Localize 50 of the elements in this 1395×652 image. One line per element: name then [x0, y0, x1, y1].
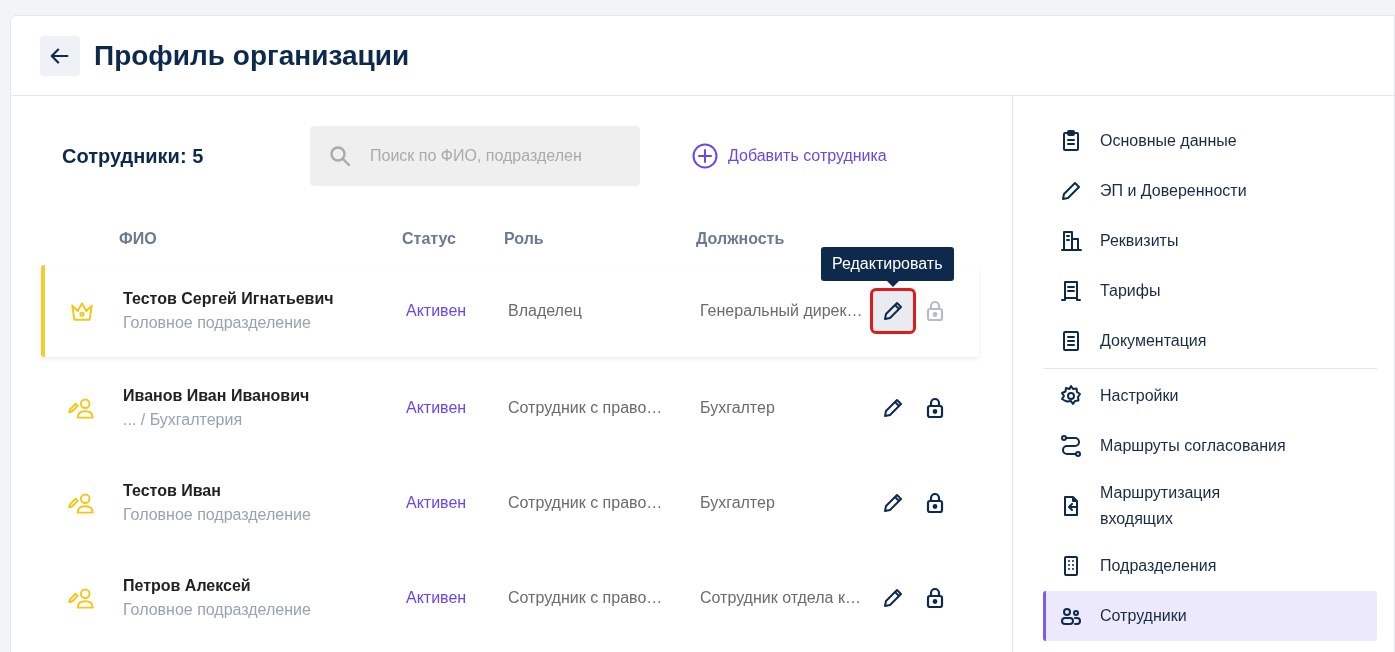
sidebar-item[interactable]: Документация — [1043, 316, 1377, 366]
department-name: Головное подразделение — [123, 505, 312, 524]
employee-count: Сотрудники: 5 — [61, 144, 205, 168]
search-field[interactable]: Поиск по ФИО, подразделен — [310, 126, 640, 186]
column-header: ФИО — [119, 230, 157, 247]
employee-name: Тестов Сергей Игнатьевич — [123, 290, 335, 308]
column-header: Статус — [402, 230, 456, 247]
department-name: ... / Бухгалтерия — [123, 410, 244, 429]
sidebar-item[interactable]: Сотрудники — [1043, 591, 1377, 641]
search-icon — [328, 144, 352, 168]
status-text: Активен — [406, 398, 467, 416]
sidebar-item[interactable]: Подразделения — [1043, 541, 1377, 591]
role-text: Сотрудник с право… — [508, 398, 663, 416]
sidebar-item[interactable]: Реквизиты — [1043, 216, 1377, 266]
role-text: Сотрудник с право… — [508, 493, 663, 511]
department-name: Головное подразделение — [123, 314, 312, 332]
sidebar-item[interactable]: ЭП и Доверенности — [1043, 166, 1377, 216]
tooltip-arrow-icon — [887, 281, 899, 287]
tooltip: Редактировать — [821, 247, 954, 281]
sidebar-item[interactable]: Маршруты согласования — [1043, 421, 1377, 471]
column-header: Роль — [504, 230, 544, 247]
status-text: Активен — [406, 493, 467, 511]
building-icon — [1059, 229, 1083, 253]
employee-name: Петров Алексей — [123, 576, 252, 595]
position-text: Сотрудник отдела к… — [700, 588, 861, 606]
department-name: Головное подразделение — [123, 600, 312, 619]
sidebar-item[interactable]: Основные данные — [1043, 116, 1377, 166]
receipt-icon — [1059, 279, 1083, 303]
page-title: Профиль организации — [94, 39, 410, 72]
edit-button[interactable] — [873, 291, 913, 331]
position-text: Бухгалтер — [700, 398, 775, 416]
role-text: Сотрудник с право… — [508, 588, 663, 606]
gear-icon — [1059, 384, 1083, 408]
status-text: Активен — [406, 588, 467, 606]
back-button[interactable] — [40, 35, 80, 76]
position-text: Генеральный дирек… — [700, 302, 863, 319]
pencil-icon — [881, 299, 905, 323]
sidebar-item[interactable]: Маршрутизация входящих — [1043, 471, 1377, 541]
role-text: Владелец — [508, 302, 582, 319]
status-text: Активен — [406, 302, 467, 319]
plus-circle-icon — [692, 143, 718, 169]
sidebar-item[interactable]: Тарифы — [1043, 266, 1377, 316]
position-text: Бухгалтер — [700, 493, 775, 511]
add-employee-button[interactable]: Добавить сотрудника — [692, 143, 887, 169]
employee-name: Тестов Иван — [123, 481, 222, 500]
employee-name: Иванов Иван Иванович — [123, 386, 311, 405]
pencil-icon — [1059, 179, 1083, 203]
sidebar-item[interactable]: Настройки — [1043, 371, 1377, 421]
column-header: Должность — [696, 230, 785, 247]
route-icon — [1059, 434, 1083, 458]
